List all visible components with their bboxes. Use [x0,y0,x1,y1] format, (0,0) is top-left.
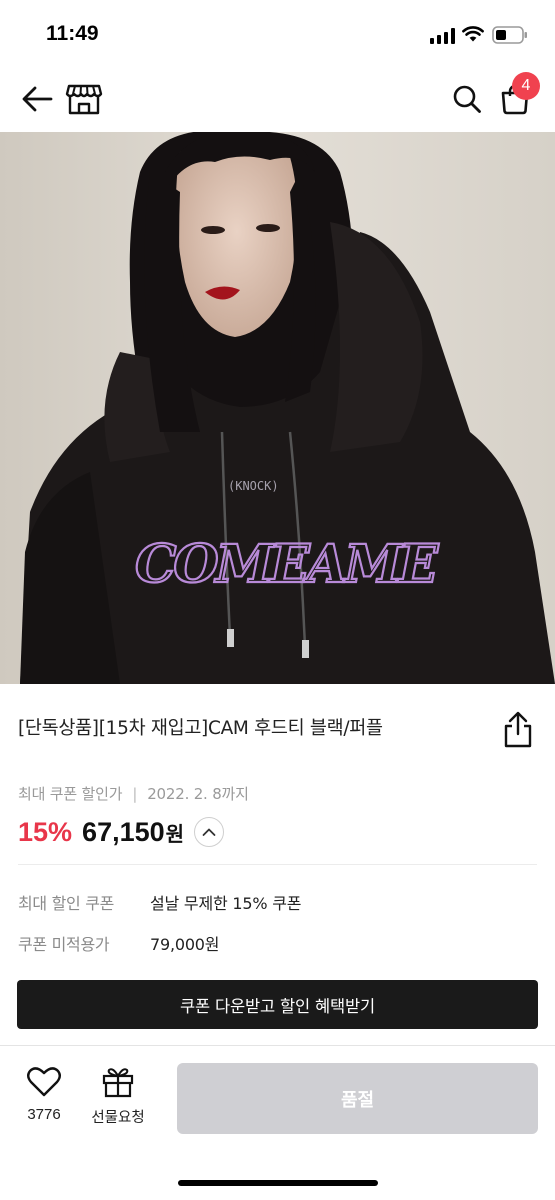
cart-count-badge: 4 [512,72,540,100]
status-time: 11:49 [46,22,99,45]
cellular-signal-icon [430,28,456,44]
max-coupon-value: 설날 무제한 15% 쿠폰 [150,894,302,913]
status-bar: 11:49 [0,0,555,66]
coupon-price-label-row: 최대 쿠폰 할인가 | 2022. 2. 8까지 [18,783,249,804]
no-coupon-value: 79,000원 [150,935,220,954]
search-icon [453,85,481,113]
section-divider [18,864,537,865]
search-button[interactable] [448,80,486,118]
coupon-price-label: 최대 쿠폰 할인가 [18,785,123,803]
svg-text:(KNOCK): (KNOCK) [228,479,279,493]
no-coupon-price-row: 쿠폰 미적용가 79,000원 [18,931,220,955]
hoodie-graphic-text: COMEAME [135,534,440,595]
chevron-up-icon [202,828,216,836]
price-unit: 원 [165,821,185,846]
home-indicator [178,1180,378,1186]
product-title-row: [단독상품][15차 재입고]CAM 후드티 블랙/퍼플 [18,710,538,754]
share-button[interactable] [500,710,536,750]
gift-request-button[interactable]: 선물요청 [84,1066,152,1136]
max-coupon-row: 최대 할인 쿠폰 설날 무제한 15% 쿠폰 [18,890,301,914]
gift-icon [102,1068,134,1098]
sale-price: 67,150 [82,816,165,847]
store-icon [65,84,103,115]
soldout-button[interactable]: 품절 [177,1063,538,1134]
product-image[interactable]: (KNOCK) COMEAME [0,132,555,684]
back-button[interactable] [18,80,56,118]
price-row: 15% 67,150 원 [18,812,225,852]
max-coupon-label: 최대 할인 쿠폰 [18,894,115,913]
coupon-download-button[interactable]: 쿠폰 다운받고 할인 혜택받기 [17,980,538,1029]
label-separator: | [132,785,138,803]
product-photo: (KNOCK) COMEAME [0,132,555,684]
bottom-bar-divider [0,1045,555,1046]
nav-bar [0,66,555,132]
price-detail-toggle[interactable] [194,817,225,847]
heart-icon [27,1067,61,1097]
product-title: [단독상품][15차 재입고]CAM 후드티 블랙/퍼플 [18,718,383,739]
gift-request-label: 선물요청 [91,1110,145,1126]
like-button[interactable]: 3776 [14,1066,74,1136]
battery-icon [492,26,527,44]
like-count: 3776 [27,1106,61,1123]
no-coupon-label: 쿠폰 미적용가 [18,935,110,954]
store-button[interactable] [64,78,104,118]
arrow-left-icon [22,86,53,112]
share-icon [504,711,532,748]
discount-rate: 15% [18,816,73,847]
wifi-icon [462,26,484,42]
coupon-deadline: 2022. 2. 8까지 [147,785,249,803]
